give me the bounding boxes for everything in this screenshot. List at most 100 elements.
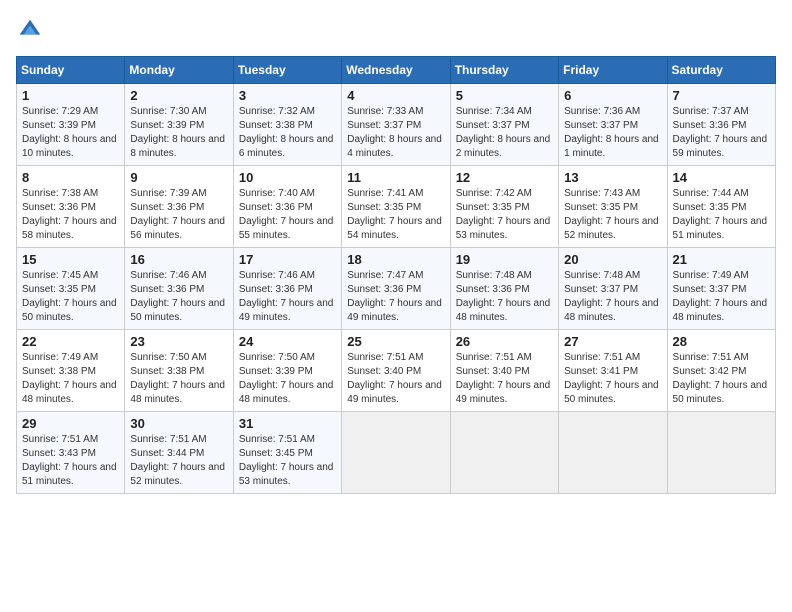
day-number: 31: [239, 416, 336, 431]
day-cell: 23 Sunrise: 7:50 AMSunset: 3:38 PMDaylig…: [125, 330, 233, 412]
day-detail: Sunrise: 7:36 AMSunset: 3:37 PMDaylight:…: [564, 105, 661, 161]
calendar-table: SundayMondayTuesdayWednesdayThursdayFrid…: [16, 56, 776, 494]
day-cell: 29 Sunrise: 7:51 AMSunset: 3:43 PMDaylig…: [17, 412, 125, 494]
day-cell: 18 Sunrise: 7:47 AMSunset: 3:36 PMDaylig…: [342, 248, 450, 330]
day-number: 8: [22, 170, 119, 185]
calendar-header: SundayMondayTuesdayWednesdayThursdayFrid…: [17, 57, 776, 84]
day-number: 14: [673, 170, 770, 185]
day-number: 12: [456, 170, 553, 185]
header-cell-monday: Monday: [125, 57, 233, 84]
day-detail: Sunrise: 7:49 AMSunset: 3:38 PMDaylight:…: [22, 351, 119, 407]
day-cell: 3 Sunrise: 7:32 AMSunset: 3:38 PMDayligh…: [233, 84, 341, 166]
day-number: 28: [673, 334, 770, 349]
calendar-body: 1 Sunrise: 7:29 AMSunset: 3:39 PMDayligh…: [17, 84, 776, 494]
day-number: 19: [456, 252, 553, 267]
day-number: 21: [673, 252, 770, 267]
day-number: 7: [673, 88, 770, 103]
day-number: 25: [347, 334, 444, 349]
day-detail: Sunrise: 7:51 AMSunset: 3:42 PMDaylight:…: [673, 351, 770, 407]
day-cell: [342, 412, 450, 494]
day-number: 5: [456, 88, 553, 103]
day-number: 29: [22, 416, 119, 431]
day-cell: 10 Sunrise: 7:40 AMSunset: 3:36 PMDaylig…: [233, 166, 341, 248]
day-detail: Sunrise: 7:46 AMSunset: 3:36 PMDaylight:…: [239, 269, 336, 325]
day-detail: Sunrise: 7:50 AMSunset: 3:38 PMDaylight:…: [130, 351, 227, 407]
day-detail: Sunrise: 7:48 AMSunset: 3:37 PMDaylight:…: [564, 269, 661, 325]
day-cell: 26 Sunrise: 7:51 AMSunset: 3:40 PMDaylig…: [450, 330, 558, 412]
day-number: 18: [347, 252, 444, 267]
header-row: SundayMondayTuesdayWednesdayThursdayFrid…: [17, 57, 776, 84]
day-cell: 7 Sunrise: 7:37 AMSunset: 3:36 PMDayligh…: [667, 84, 775, 166]
logo-icon: [16, 16, 44, 44]
day-detail: Sunrise: 7:45 AMSunset: 3:35 PMDaylight:…: [22, 269, 119, 325]
day-number: 20: [564, 252, 661, 267]
day-number: 1: [22, 88, 119, 103]
day-detail: Sunrise: 7:39 AMSunset: 3:36 PMDaylight:…: [130, 187, 227, 243]
header-cell-saturday: Saturday: [667, 57, 775, 84]
week-row-3: 15 Sunrise: 7:45 AMSunset: 3:35 PMDaylig…: [17, 248, 776, 330]
day-cell: 13 Sunrise: 7:43 AMSunset: 3:35 PMDaylig…: [559, 166, 667, 248]
day-number: 3: [239, 88, 336, 103]
day-cell: 17 Sunrise: 7:46 AMSunset: 3:36 PMDaylig…: [233, 248, 341, 330]
day-cell: [450, 412, 558, 494]
day-number: 10: [239, 170, 336, 185]
header-cell-wednesday: Wednesday: [342, 57, 450, 84]
day-detail: Sunrise: 7:49 AMSunset: 3:37 PMDaylight:…: [673, 269, 770, 325]
day-number: 24: [239, 334, 336, 349]
logo: [16, 16, 48, 44]
day-detail: Sunrise: 7:50 AMSunset: 3:39 PMDaylight:…: [239, 351, 336, 407]
header-cell-tuesday: Tuesday: [233, 57, 341, 84]
day-number: 9: [130, 170, 227, 185]
day-detail: Sunrise: 7:51 AMSunset: 3:45 PMDaylight:…: [239, 433, 336, 489]
day-detail: Sunrise: 7:43 AMSunset: 3:35 PMDaylight:…: [564, 187, 661, 243]
day-cell: 4 Sunrise: 7:33 AMSunset: 3:37 PMDayligh…: [342, 84, 450, 166]
day-cell: 22 Sunrise: 7:49 AMSunset: 3:38 PMDaylig…: [17, 330, 125, 412]
day-cell: 31 Sunrise: 7:51 AMSunset: 3:45 PMDaylig…: [233, 412, 341, 494]
day-detail: Sunrise: 7:47 AMSunset: 3:36 PMDaylight:…: [347, 269, 444, 325]
day-detail: Sunrise: 7:30 AMSunset: 3:39 PMDaylight:…: [130, 105, 227, 161]
day-cell: 14 Sunrise: 7:44 AMSunset: 3:35 PMDaylig…: [667, 166, 775, 248]
day-detail: Sunrise: 7:33 AMSunset: 3:37 PMDaylight:…: [347, 105, 444, 161]
day-detail: Sunrise: 7:51 AMSunset: 3:41 PMDaylight:…: [564, 351, 661, 407]
week-row-5: 29 Sunrise: 7:51 AMSunset: 3:43 PMDaylig…: [17, 412, 776, 494]
week-row-2: 8 Sunrise: 7:38 AMSunset: 3:36 PMDayligh…: [17, 166, 776, 248]
day-cell: 30 Sunrise: 7:51 AMSunset: 3:44 PMDaylig…: [125, 412, 233, 494]
day-detail: Sunrise: 7:51 AMSunset: 3:40 PMDaylight:…: [456, 351, 553, 407]
day-cell: 6 Sunrise: 7:36 AMSunset: 3:37 PMDayligh…: [559, 84, 667, 166]
week-row-4: 22 Sunrise: 7:49 AMSunset: 3:38 PMDaylig…: [17, 330, 776, 412]
day-cell: 21 Sunrise: 7:49 AMSunset: 3:37 PMDaylig…: [667, 248, 775, 330]
day-cell: 11 Sunrise: 7:41 AMSunset: 3:35 PMDaylig…: [342, 166, 450, 248]
day-detail: Sunrise: 7:44 AMSunset: 3:35 PMDaylight:…: [673, 187, 770, 243]
day-number: 4: [347, 88, 444, 103]
day-cell: 25 Sunrise: 7:51 AMSunset: 3:40 PMDaylig…: [342, 330, 450, 412]
day-cell: 8 Sunrise: 7:38 AMSunset: 3:36 PMDayligh…: [17, 166, 125, 248]
day-cell: [667, 412, 775, 494]
day-cell: 19 Sunrise: 7:48 AMSunset: 3:36 PMDaylig…: [450, 248, 558, 330]
day-number: 22: [22, 334, 119, 349]
day-cell: 1 Sunrise: 7:29 AMSunset: 3:39 PMDayligh…: [17, 84, 125, 166]
day-detail: Sunrise: 7:29 AMSunset: 3:39 PMDaylight:…: [22, 105, 119, 161]
day-number: 26: [456, 334, 553, 349]
header-cell-friday: Friday: [559, 57, 667, 84]
day-cell: 16 Sunrise: 7:46 AMSunset: 3:36 PMDaylig…: [125, 248, 233, 330]
day-number: 6: [564, 88, 661, 103]
day-detail: Sunrise: 7:40 AMSunset: 3:36 PMDaylight:…: [239, 187, 336, 243]
day-number: 27: [564, 334, 661, 349]
day-detail: Sunrise: 7:34 AMSunset: 3:37 PMDaylight:…: [456, 105, 553, 161]
day-detail: Sunrise: 7:38 AMSunset: 3:36 PMDaylight:…: [22, 187, 119, 243]
week-row-1: 1 Sunrise: 7:29 AMSunset: 3:39 PMDayligh…: [17, 84, 776, 166]
day-detail: Sunrise: 7:42 AMSunset: 3:35 PMDaylight:…: [456, 187, 553, 243]
day-cell: 12 Sunrise: 7:42 AMSunset: 3:35 PMDaylig…: [450, 166, 558, 248]
day-detail: Sunrise: 7:37 AMSunset: 3:36 PMDaylight:…: [673, 105, 770, 161]
day-number: 30: [130, 416, 227, 431]
day-detail: Sunrise: 7:46 AMSunset: 3:36 PMDaylight:…: [130, 269, 227, 325]
day-detail: Sunrise: 7:51 AMSunset: 3:43 PMDaylight:…: [22, 433, 119, 489]
header-cell-sunday: Sunday: [17, 57, 125, 84]
day-cell: 28 Sunrise: 7:51 AMSunset: 3:42 PMDaylig…: [667, 330, 775, 412]
day-cell: 15 Sunrise: 7:45 AMSunset: 3:35 PMDaylig…: [17, 248, 125, 330]
day-number: 2: [130, 88, 227, 103]
day-detail: Sunrise: 7:32 AMSunset: 3:38 PMDaylight:…: [239, 105, 336, 161]
header: [16, 16, 776, 44]
day-detail: Sunrise: 7:48 AMSunset: 3:36 PMDaylight:…: [456, 269, 553, 325]
day-cell: 5 Sunrise: 7:34 AMSunset: 3:37 PMDayligh…: [450, 84, 558, 166]
